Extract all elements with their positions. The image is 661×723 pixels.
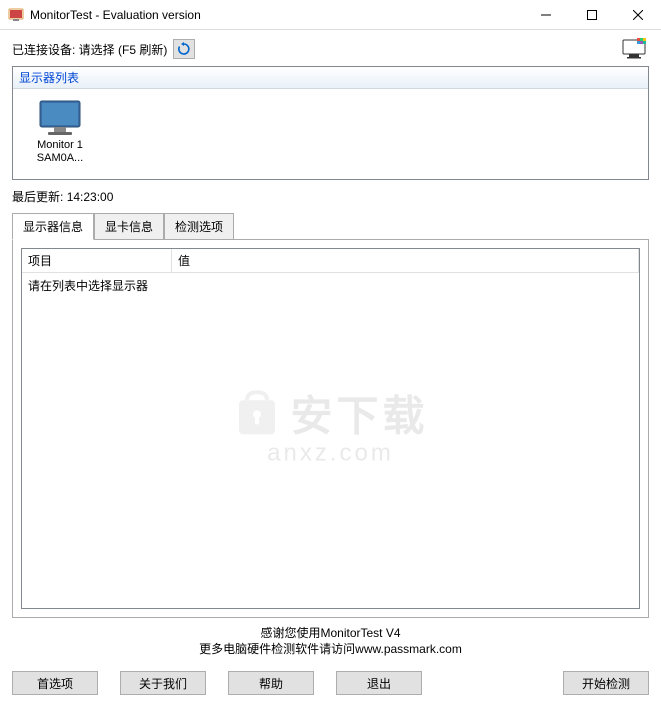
monitor-label-line1: Monitor 1: [37, 139, 83, 152]
col-header-value[interactable]: 值: [172, 249, 639, 272]
start-test-button[interactable]: 开始检测: [563, 671, 649, 695]
exit-button[interactable]: 退出: [336, 671, 422, 695]
titlebar: MonitorTest - Evaluation version: [0, 0, 661, 30]
close-button[interactable]: [615, 0, 661, 30]
tab-strip: 显示器信息 显卡信息 检测选项: [12, 213, 649, 240]
maximize-button[interactable]: [569, 0, 615, 30]
about-button[interactable]: 关于我们: [120, 671, 206, 695]
footer-line2: 更多电脑硬件检测软件请访问www.passmark.com: [12, 642, 649, 658]
footer-line1: 感谢您使用MonitorTest V4: [12, 626, 649, 642]
refresh-icon: [177, 42, 191, 56]
preferences-button[interactable]: 首选项: [12, 671, 98, 695]
last-update-label: 最后更新: 14:23:00: [12, 188, 649, 205]
monitor-color-icon: [621, 38, 649, 60]
button-row: 首选项 关于我们 帮助 退出 开始检测: [0, 665, 661, 705]
footer-text: 感谢您使用MonitorTest V4 更多电脑硬件检测软件请访问www.pas…: [12, 626, 649, 657]
watermark: 安下载 anxz.com: [232, 382, 428, 467]
watermark-bag-icon: [232, 386, 280, 438]
placeholder-text: 请在列表中选择显示器: [28, 277, 633, 294]
monitor-list-header: 显示器列表: [13, 67, 648, 89]
monitor-label-line2: SAM0A...: [37, 152, 83, 165]
tab-monitor-info[interactable]: 显示器信息: [12, 213, 94, 240]
app-icon: [8, 7, 24, 23]
device-toolbar: 已连接设备: 请选择 (F5 刷新): [12, 38, 649, 60]
col-header-item[interactable]: 项目: [22, 249, 172, 272]
monitor-icon: [38, 99, 82, 137]
tab-gpu-info[interactable]: 显卡信息: [94, 213, 164, 239]
minimize-button[interactable]: [523, 0, 569, 30]
window-title: MonitorTest - Evaluation version: [30, 8, 523, 22]
tab-test-options[interactable]: 检测选项: [164, 213, 234, 239]
window-controls: [523, 0, 661, 30]
device-label: 已连接设备: 请选择 (F5 刷新): [12, 41, 167, 58]
monitor-list-panel: 显示器列表 Monitor 1 SAM0A...: [12, 66, 649, 180]
refresh-button[interactable]: [173, 39, 195, 59]
info-table-body: 请在列表中选择显示器: [22, 273, 639, 298]
info-table-header: 项目 值: [22, 249, 639, 273]
passmark-link[interactable]: www.passmark.com: [355, 642, 462, 656]
monitor-item[interactable]: Monitor 1 SAM0A...: [25, 99, 95, 171]
info-table: 项目 值 请在列表中选择显示器 安下载 anxz.com: [21, 248, 640, 609]
tab-content: 项目 值 请在列表中选择显示器 安下载 anxz.com: [12, 240, 649, 618]
monitor-list-body: Monitor 1 SAM0A...: [13, 89, 648, 179]
help-button[interactable]: 帮助: [228, 671, 314, 695]
